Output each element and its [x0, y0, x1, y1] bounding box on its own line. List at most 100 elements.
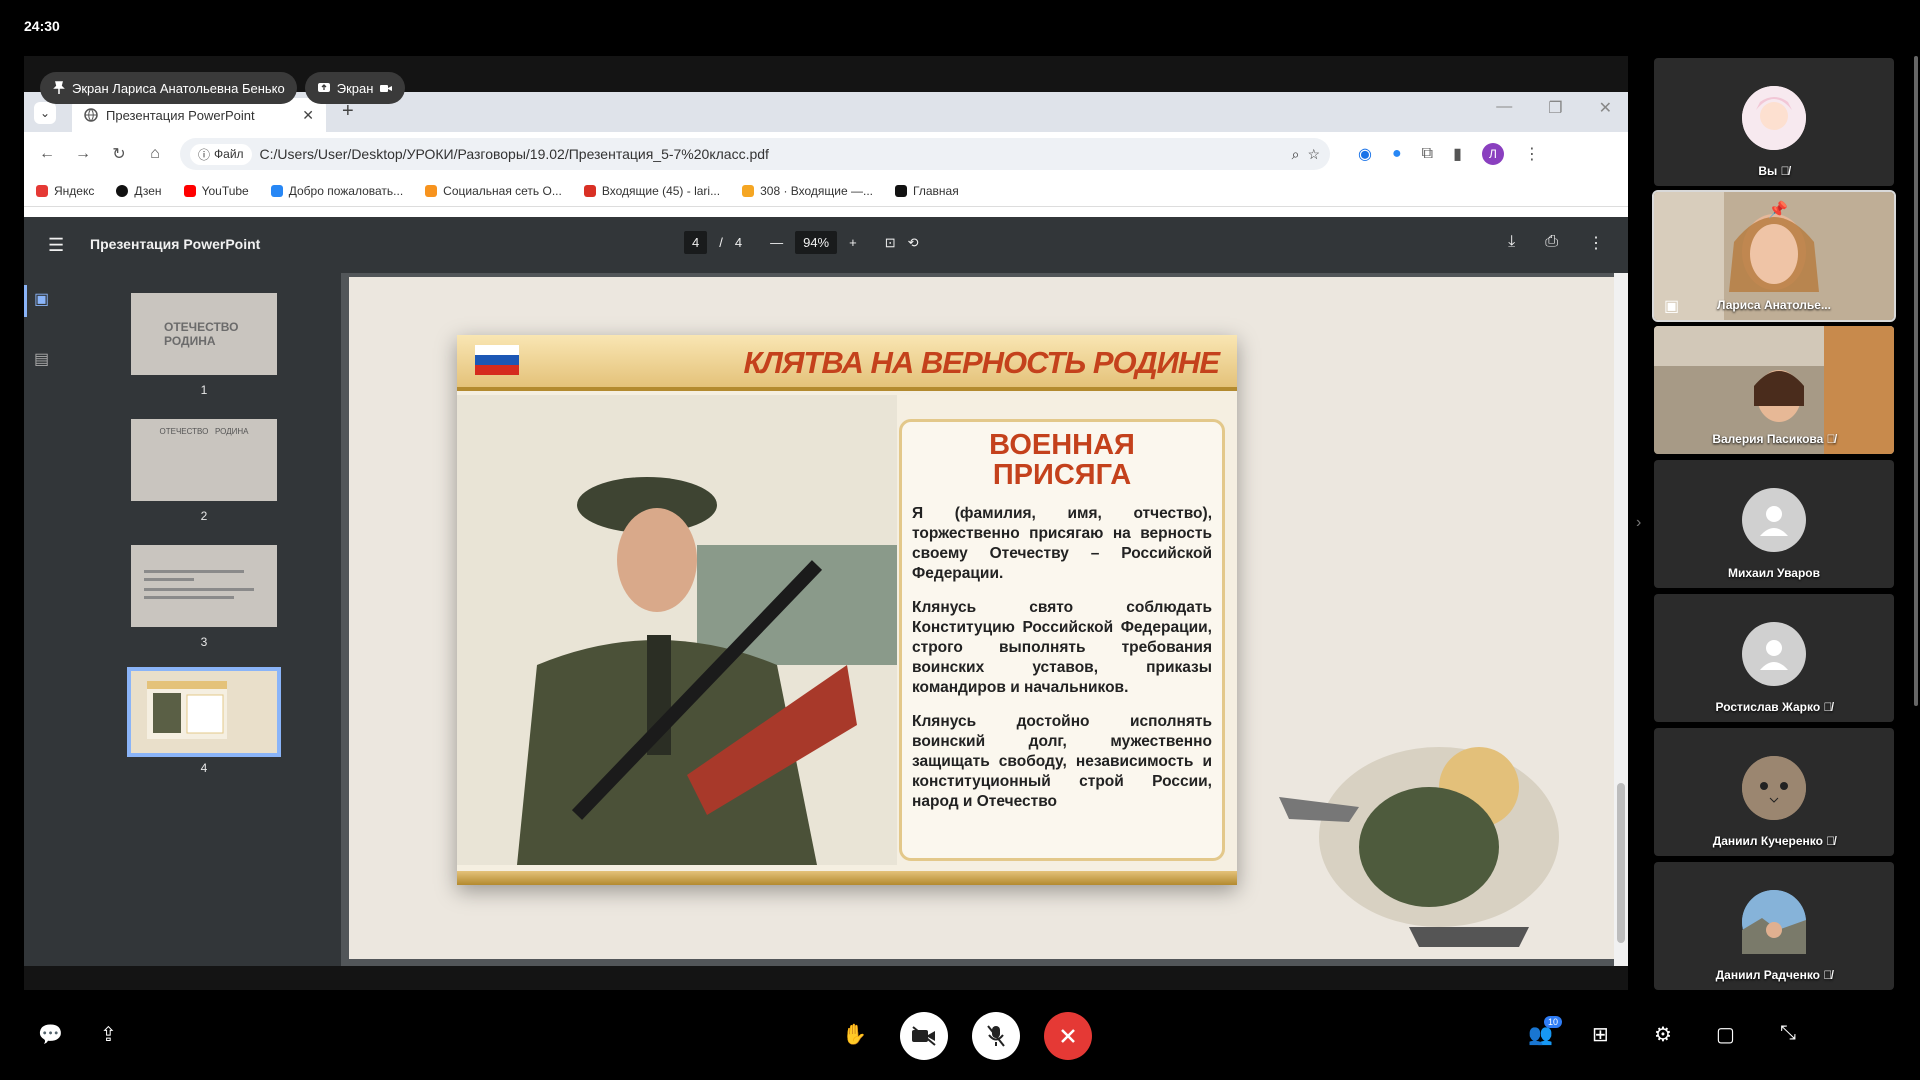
russian-flag-icon — [475, 345, 519, 375]
muted-mic-icon: 🎙̸ — [1823, 700, 1833, 714]
window-controls: — ❐ ✕ — [1496, 98, 1612, 118]
tab-search-dropdown[interactable]: ⌄ — [34, 102, 56, 124]
avatar — [1742, 622, 1806, 686]
slide-footer — [457, 871, 1237, 885]
forward-icon[interactable]: → — [72, 145, 94, 163]
bookmark-yandex[interactable]: Яндекс — [36, 184, 94, 198]
bookmark-label: Главная — [913, 184, 959, 198]
bookmark-mail[interactable]: 308 · Входящие —... — [742, 184, 873, 198]
thumbnail-slide-preview — [147, 681, 227, 739]
share-screen-icon[interactable]: ⇪ — [100, 1022, 117, 1047]
scrollbar-thumb[interactable] — [1617, 783, 1625, 943]
thumbnail-item[interactable]: 3 — [131, 545, 277, 649]
pdf-toolbar: ☰ Презентация PowerPoint 4 / 4 — 94% + ⊡… — [24, 217, 1628, 273]
mic-off-button[interactable] — [972, 1012, 1020, 1060]
participant-tile-presenter[interactable]: ▣ 📌 Лариса Анатолье... — [1652, 190, 1896, 322]
thumbnail-page-4[interactable] — [127, 667, 281, 757]
back-icon[interactable]: ← — [36, 145, 58, 163]
thumbnail-item[interactable]: 4 — [127, 667, 281, 775]
user-placeholder-icon — [1760, 640, 1788, 670]
sidebar-active-indicator — [24, 285, 27, 317]
bookmark-vk[interactable]: Добро пожаловать... — [270, 184, 403, 198]
settings-gear-icon[interactable]: ⚙ — [1654, 1022, 1672, 1047]
kebab-menu-icon[interactable]: ⋮ — [1524, 144, 1540, 164]
end-call-button[interactable] — [1044, 1012, 1092, 1060]
thumbnail-item[interactable]: ОТЕЧЕСТВО РОДИНА 1 — [131, 293, 277, 397]
pdf-page-area: КЛЯТВА НА ВЕРНОСТЬ РОДИНЕ ВОЕННАЯ ПРИСЯГ… — [341, 273, 1628, 966]
collapse-panel-icon[interactable]: › — [1636, 514, 1641, 532]
participants-scrollbar[interactable] — [1914, 56, 1918, 706]
fit-page-icon[interactable]: ⊡ — [885, 235, 896, 251]
outline-icon[interactable]: ▤ — [34, 349, 49, 369]
slide-header: КЛЯТВА НА ВЕРНОСТЬ РОДИНЕ — [457, 335, 1237, 391]
file-chip-label: Файл — [214, 147, 244, 161]
camera-off-button[interactable] — [900, 1012, 948, 1060]
thumbnail-item[interactable]: ОТЕЧЕСТВО РОДИНА 2 — [131, 419, 277, 523]
thumbnail-text: ОТЕЧЕСТВО РОДИНА — [159, 427, 249, 436]
file-chip[interactable]: ⓘ Файл — [190, 143, 252, 165]
pip-icon[interactable]: ▢ — [1716, 1022, 1735, 1047]
download-icon[interactable]: ⤓ — [1508, 233, 1515, 253]
browser-extensions: ◉ ● ⧉ ▮ Л ⋮ — [1358, 143, 1540, 165]
extension-nl-icon[interactable]: ◉ — [1358, 144, 1372, 164]
home-icon[interactable]: ⌂ — [144, 145, 166, 163]
more-options-icon[interactable]: ⋮ — [1588, 233, 1604, 253]
bookmark-dzen[interactable]: Дзен — [116, 184, 162, 198]
page-total: 4 — [734, 235, 743, 250]
pdf-sidebar: ▣ ▤ ОТЕЧЕСТВО РОДИНА 1 ОТЕЧЕСТВО РОДИНА … — [24, 273, 341, 966]
zoom-out-icon[interactable]: — — [770, 235, 783, 250]
soldier-illustration — [457, 395, 897, 865]
raise-hand-icon[interactable]: ✋ — [842, 1022, 867, 1047]
participant-tile-self[interactable]: Вы 🎙̸ — [1654, 58, 1894, 186]
chat-icon[interactable]: 💬 — [38, 1022, 63, 1047]
slide-header-title: КЛЯТВА НА ВЕРНОСТЬ РОДИНЕ — [743, 345, 1220, 380]
url-text[interactable]: C:/Users/User/Desktop/УРОКИ/Разговоры/19… — [260, 146, 1284, 162]
reload-icon[interactable]: ↻ — [108, 144, 130, 164]
participant-tile-mikhail[interactable]: Михаил Уваров — [1654, 460, 1894, 588]
browser-window: ⌄ Презентация PowerPoint ✕ + — ❐ ✕ ← → ↻… — [24, 92, 1628, 966]
zoom-in-icon[interactable]: + — [849, 235, 857, 250]
bookmark-star-icon[interactable]: ☆ — [1307, 146, 1320, 163]
thumbnail-page-2[interactable]: ОТЕЧЕСТВО РОДИНА — [131, 419, 277, 501]
participant-tile-daniil-r[interactable]: Даниил Радченко 🎙̸ — [1654, 862, 1894, 990]
minimize-fullscreen-icon[interactable]: ⤡ — [1780, 1022, 1796, 1045]
bookmark-gmail[interactable]: Входящие (45) - lari... — [583, 184, 720, 198]
oath-title-line1: ВОЕННАЯ — [989, 429, 1135, 461]
grid-view-icon[interactable]: ⊞ — [1592, 1022, 1609, 1047]
vk-extension-icon[interactable]: ● — [1392, 145, 1402, 163]
side-panel-icon[interactable]: ▮ — [1453, 144, 1462, 164]
profile-avatar[interactable]: Л — [1481, 143, 1504, 165]
close-tab-icon[interactable]: ✕ — [302, 107, 314, 124]
participant-tile-rostislav[interactable]: Ростислав Жарко 🎙̸ — [1654, 594, 1894, 722]
zoom-icon[interactable]: ⌕ — [1292, 146, 1300, 163]
hamburger-menu-icon[interactable]: ☰ — [48, 235, 64, 256]
presenter-pill[interactable]: Экран Лариса Анатольевна Бенько — [40, 72, 297, 104]
bookmark-youtube[interactable]: YouTube — [183, 184, 249, 198]
participant-name: Михаил Уваров — [1728, 566, 1820, 580]
military-collage-illustration — [1279, 747, 1559, 947]
extensions-puzzle-icon[interactable]: ⧉ — [1422, 145, 1433, 163]
close-window-icon[interactable]: ✕ — [1599, 98, 1612, 118]
bookmark-ok[interactable]: Социальная сеть О... — [425, 184, 562, 198]
zoom-level-input[interactable]: 94% — [795, 231, 838, 254]
restore-icon[interactable]: ❐ — [1548, 98, 1562, 118]
screen-pill[interactable]: Экран — [304, 72, 406, 104]
share-pills: Экран Лариса Анатольевна Бенько Экран — [40, 72, 406, 104]
bookmark-main[interactable]: Главная — [895, 184, 959, 198]
omnibox[interactable]: ⓘ Файл C:/Users/User/Desktop/УРОКИ/Разго… — [180, 138, 1330, 170]
tab-title: Презентация PowerPoint — [106, 107, 255, 123]
participant-tile-valeria[interactable]: Валерия Пасикова 🎙̸ — [1654, 326, 1894, 454]
thumbnail-page-1[interactable]: ОТЕЧЕСТВО РОДИНА — [131, 293, 277, 375]
rotate-icon[interactable]: ⟲ — [908, 235, 919, 251]
thumbnail-number: 2 — [200, 509, 208, 523]
thumbnail-number: 4 — [200, 761, 208, 775]
call-controls-bar: 💬 ⇪ ✋ 👥 10 ⊞ ⚙ ▢ ⤡ — [0, 1000, 1920, 1080]
bookmark-label: YouTube — [201, 184, 249, 198]
print-icon[interactable]: ⎙ — [1545, 233, 1558, 253]
pdf-scrollbar[interactable] — [1614, 273, 1628, 966]
minimize-icon[interactable]: — — [1496, 98, 1512, 118]
participant-tile-daniil-k[interactable]: Даниил Кучеренко 🎙̸ — [1654, 728, 1894, 856]
page-number-input[interactable]: 4 — [684, 231, 708, 254]
thumbnail-page-3[interactable] — [131, 545, 277, 627]
thumbnails-icon[interactable]: ▣ — [34, 289, 49, 309]
